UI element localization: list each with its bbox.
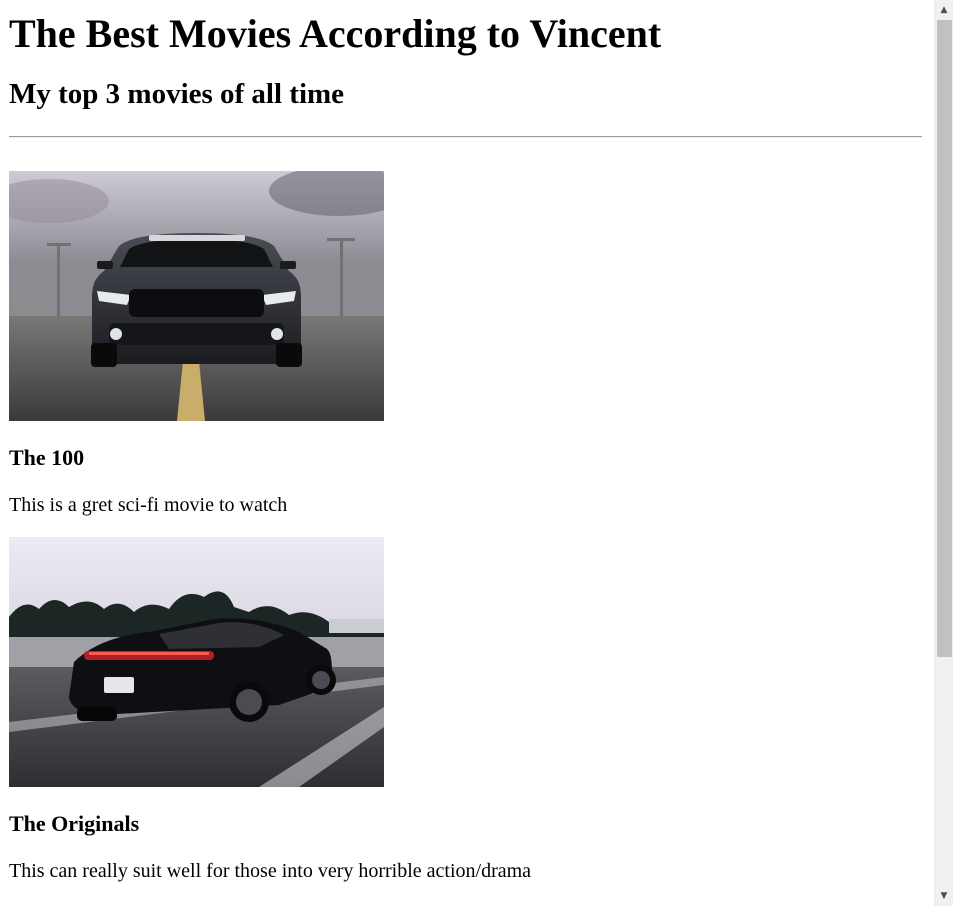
movie-image — [9, 537, 384, 787]
movie-item: The 100 This is a gret sci-fi movie to w… — [9, 171, 922, 517]
mustang-car-image — [9, 171, 384, 421]
movie-description: This can really suit well for those into… — [9, 860, 532, 882]
movie-image — [9, 171, 384, 421]
scroll-thumb[interactable] — [937, 20, 952, 657]
scroll-down-icon[interactable]: ▼ — [935, 887, 953, 905]
page-subtitle: My top 3 movies of all time — [9, 78, 345, 110]
page-viewport: The Best Movies According to Vincent My … — [0, 0, 934, 906]
page-title: The Best Movies According to Vincent — [9, 11, 662, 56]
divider — [9, 136, 922, 138]
movie-title: The 100 — [9, 445, 85, 470]
movie-title: The Originals — [9, 811, 140, 836]
page-content: The Best Movies According to Vincent My … — [0, 0, 934, 883]
movie-item: The Originals This can really suit well … — [9, 537, 922, 883]
movie-description: This is a gret sci-fi movie to watch — [9, 494, 288, 516]
porsche-car-image — [9, 537, 384, 787]
vertical-scrollbar[interactable]: ▲ ▼ — [934, 0, 953, 906]
scroll-up-icon[interactable]: ▲ — [935, 1, 953, 19]
